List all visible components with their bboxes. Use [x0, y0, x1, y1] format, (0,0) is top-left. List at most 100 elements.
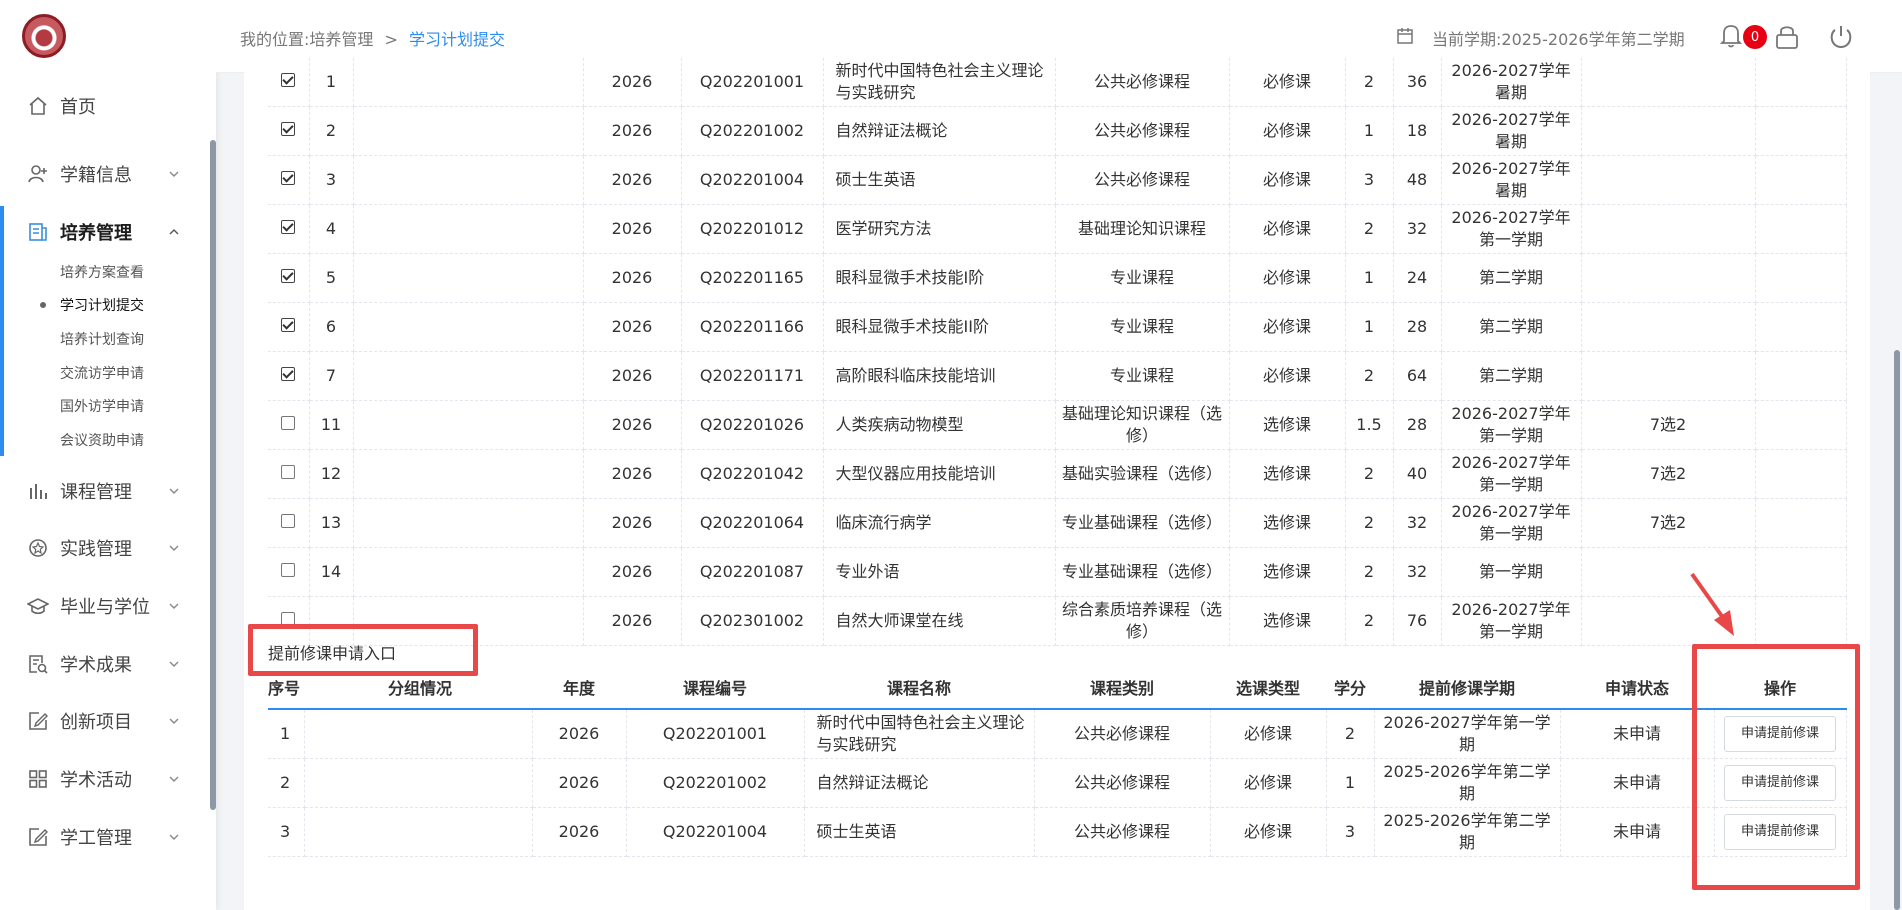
sidebar-item-student-status[interactable]: 学籍信息: [0, 154, 216, 194]
cell-empty: [1755, 155, 1847, 205]
cell-code: Q202201001: [681, 58, 824, 107]
sub-item-plan-view[interactable]: 培养方案查看: [60, 262, 144, 282]
advance-table-header: 序号 分组情况 年度 课程编号 课程名称 课程类别 选课类型 学分 提前修课学期…: [268, 670, 1846, 710]
table-row: 6 2026 Q202201166 眼科显微手术技能II阶 专业课程 必修课 1 28 第二学期: [268, 302, 1847, 352]
cell-credit: 1.5: [1345, 400, 1394, 450]
semester-text: 当前学期:2025-2026学年第二学期: [1432, 30, 1685, 49]
cell-no: 4: [309, 204, 354, 254]
cell-no: 3: [309, 155, 354, 205]
search-document-icon: [27, 653, 49, 675]
sidebar-item-achievements[interactable]: 学术成果: [0, 644, 216, 684]
power-icon[interactable]: [1826, 22, 1856, 52]
sidebar-item-academic-activity[interactable]: 学术活动: [0, 759, 216, 799]
cell-no: 1: [268, 709, 305, 759]
lock-icon[interactable]: [1772, 22, 1802, 52]
cell-term: 2026-2027学年第一学期: [1441, 449, 1582, 499]
sidebar-item-student-affairs[interactable]: 学工管理: [0, 817, 216, 857]
cell-no: 2: [309, 106, 354, 156]
sub-item-exchange[interactable]: 交流访学申请: [60, 363, 144, 383]
row-checkbox[interactable]: [281, 416, 296, 430]
row-checkbox[interactable]: [281, 73, 296, 87]
cell-sel: 必修课: [1229, 155, 1346, 205]
chevron-down-icon: [168, 168, 180, 180]
cell-group: [353, 106, 584, 156]
cell-name: 自然辩证法概论: [804, 758, 1035, 808]
cell-sel: 必修课: [1229, 351, 1346, 401]
bell-icon[interactable]: [1716, 20, 1746, 50]
sub-item-abroad[interactable]: 国外访学申请: [60, 396, 144, 416]
sidebar-item-home[interactable]: 首页: [0, 86, 216, 126]
cell-name: 专业外语: [823, 547, 1056, 597]
cell-hours: 24: [1393, 253, 1442, 303]
cell-hours: 40: [1393, 449, 1442, 499]
header-cell: 分组情况: [304, 670, 532, 710]
breadcrumb-current: 学习计划提交: [409, 30, 506, 49]
sub-item-plan-query[interactable]: 培养计划查询: [60, 329, 144, 349]
main-scrollbar[interactable]: [1894, 350, 1900, 910]
advance-course-table: 序号 分组情况 年度 课程编号 课程名称 课程类别 选课类型 学分 提前修课学期…: [268, 670, 1847, 857]
row-checkbox[interactable]: [281, 318, 296, 332]
header-cell: 学分: [1326, 670, 1374, 710]
checkbox-cell: [268, 449, 310, 499]
cell-note: [1581, 155, 1756, 205]
cell-type: 专业基础课程（选修）: [1055, 498, 1230, 548]
sub-item-plan-submit[interactable]: 学习计划提交: [60, 295, 144, 315]
cell-no: 2: [268, 758, 305, 808]
cell-name: 硕士生英语: [804, 807, 1035, 857]
sidebar-item-practice[interactable]: 实践管理: [0, 528, 216, 568]
cell-empty: [1755, 400, 1847, 450]
sidebar-item-graduation[interactable]: 毕业与学位: [0, 586, 216, 626]
cell-sel: 选修课: [1229, 547, 1346, 597]
cell-credit: 1: [1345, 302, 1394, 352]
breadcrumb-parent[interactable]: 我的位置:培养管理: [240, 30, 373, 49]
row-checkbox[interactable]: [281, 122, 296, 136]
row-checkbox[interactable]: [281, 171, 296, 185]
study-plan-body: 1 2026 Q202201001 新时代中国特色社会主义理论与实践研究 公共必修课程必…: [268, 58, 1847, 646]
cell-no: 3: [268, 807, 305, 857]
row-checkbox[interactable]: [281, 220, 296, 234]
cell-sel: 必修课: [1210, 807, 1327, 857]
header-cell: 课程名称: [804, 670, 1034, 710]
sub-item-conference[interactable]: 会议资助申请: [60, 430, 144, 450]
cell-code: Q202201026: [681, 400, 824, 450]
advance-table-body: 1 2026 Q202201001 新时代中国特色社会主义理论与实践研究 公共必修课程必…: [268, 709, 1847, 857]
cell-year: 2026: [583, 596, 682, 646]
row-checkbox[interactable]: [281, 367, 296, 381]
cell-code: Q202201166: [681, 302, 824, 352]
sidebar-scrollbar[interactable]: [210, 140, 216, 810]
checkbox-cell: [268, 547, 310, 597]
checkbox-cell: [268, 58, 310, 107]
chevron-down-icon: [168, 715, 180, 727]
checkbox-cell: [268, 253, 310, 303]
cell-sel: 选修课: [1229, 498, 1346, 548]
cell-code: Q202201004: [681, 155, 824, 205]
cell-status: 未申请: [1560, 807, 1715, 857]
row-checkbox[interactable]: [281, 563, 296, 577]
cell-group: [353, 155, 584, 205]
cell-group: [353, 449, 584, 499]
row-checkbox[interactable]: [281, 514, 296, 528]
document-icon: [27, 221, 49, 243]
sidebar-item-innovation[interactable]: 创新项目: [0, 701, 216, 741]
table-row: 5 2026 Q202201165 眼科显微手术技能I阶 专业课程 必修课 1 24 第二学期: [268, 253, 1847, 303]
row-checkbox[interactable]: [281, 269, 296, 283]
cell-no: 13: [309, 498, 354, 548]
university-logo: [22, 14, 66, 58]
cell-type: 公共必修课程: [1055, 155, 1230, 205]
table-row: 2026 Q202301002 自然大师课堂在线 综合素质培养课程（选修） 选修课 2 76…: [268, 596, 1847, 646]
cell-type: 公共必修课程: [1055, 106, 1230, 156]
cell-sel: 必修课: [1229, 302, 1346, 352]
cell-code: Q202301002: [681, 596, 824, 646]
cell-sel: 必修课: [1210, 709, 1327, 759]
cell-status: 未申请: [1560, 758, 1715, 808]
notification-badge: 0: [1743, 25, 1767, 49]
sidebar-item-training[interactable]: 培养管理: [0, 212, 216, 252]
cell-sel: 选修课: [1229, 449, 1346, 499]
row-checkbox[interactable]: [281, 465, 296, 479]
cell-empty: [1755, 253, 1847, 303]
cell-year: 2026: [532, 758, 627, 808]
cell-sel: 必修课: [1229, 204, 1346, 254]
cell-group: [353, 351, 584, 401]
cell-group: [353, 400, 584, 450]
sidebar-item-course[interactable]: 课程管理: [0, 471, 216, 511]
